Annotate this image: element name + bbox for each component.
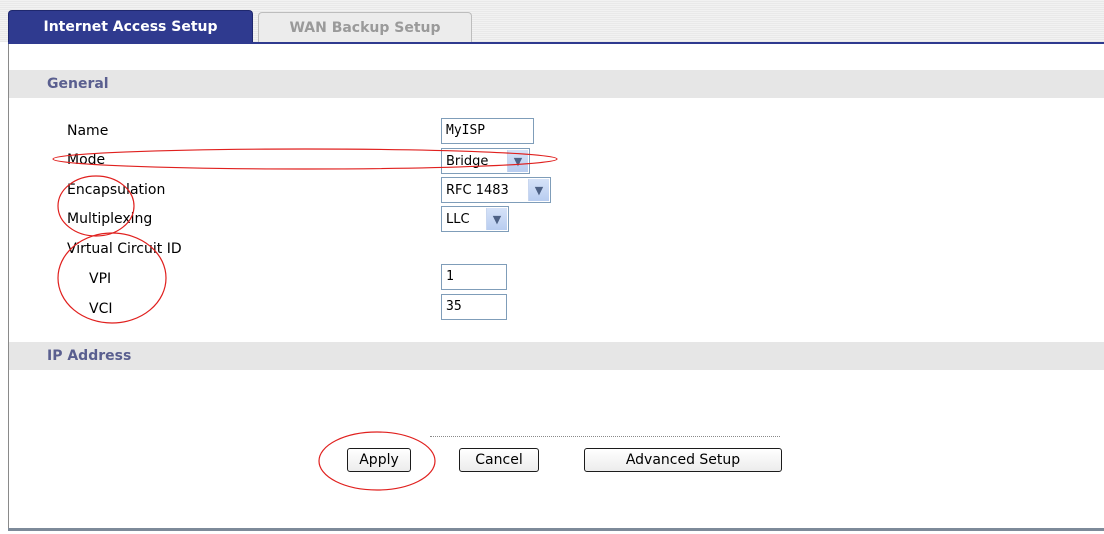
tab-wan-backup-setup[interactable]: WAN Backup Setup bbox=[258, 12, 472, 42]
chevron-down-icon[interactable]: ▼ bbox=[528, 179, 549, 201]
content-frame bbox=[8, 44, 1104, 528]
mode-select[interactable]: Bridge ▼ bbox=[441, 148, 530, 174]
frame-bottom-border bbox=[8, 528, 1104, 531]
vpi-label: VPI bbox=[89, 271, 112, 287]
vci-field[interactable]: 35 bbox=[441, 294, 507, 320]
encapsulation-select-value: RFC 1483 bbox=[446, 182, 509, 198]
chevron-down-icon[interactable]: ▼ bbox=[507, 150, 528, 172]
mode-select-value: Bridge bbox=[446, 153, 489, 169]
encapsulation-label: Encapsulation bbox=[67, 182, 166, 198]
multiplexing-select-value: LLC bbox=[446, 211, 470, 227]
multiplexing-label: Multiplexing bbox=[67, 211, 153, 227]
apply-button[interactable]: Apply bbox=[347, 448, 411, 472]
name-label: Name bbox=[67, 123, 109, 139]
mode-label: Mode bbox=[67, 152, 106, 168]
multiplexing-select[interactable]: LLC ▼ bbox=[441, 206, 509, 232]
section-general: General bbox=[9, 70, 1104, 98]
tab-bar: Internet Access Setup WAN Backup Setup bbox=[0, 0, 1104, 44]
section-ip-address: IP Address bbox=[9, 342, 1104, 370]
vpi-field[interactable]: 1 bbox=[441, 264, 507, 290]
tab-internet-access-setup[interactable]: Internet Access Setup bbox=[8, 10, 253, 43]
advanced-setup-button[interactable]: Advanced Setup bbox=[584, 448, 782, 472]
chevron-down-icon[interactable]: ▼ bbox=[486, 208, 507, 230]
cancel-button[interactable]: Cancel bbox=[459, 448, 539, 472]
button-divider bbox=[430, 436, 780, 437]
name-field[interactable]: MyISP bbox=[441, 118, 534, 144]
virtual-circuit-id-label: Virtual Circuit ID bbox=[67, 241, 182, 257]
vci-label: VCI bbox=[89, 301, 113, 317]
encapsulation-select[interactable]: RFC 1483 ▼ bbox=[441, 177, 551, 203]
